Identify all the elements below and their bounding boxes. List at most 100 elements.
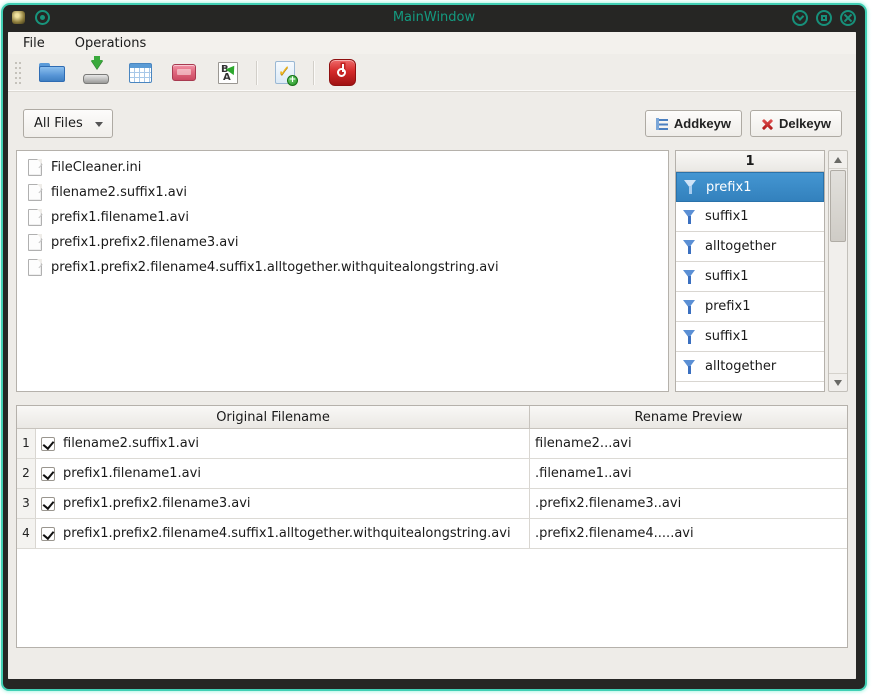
toolbar-separator [313, 60, 314, 85]
row-checkbox[interactable] [41, 496, 55, 511]
table-view-icon [128, 62, 152, 83]
main-content: All Files Addkeyw Delkeyw FileCleaner.in… [8, 92, 856, 679]
keyword-row[interactable]: alltogether [676, 232, 824, 262]
toolbar-separator [256, 60, 257, 85]
rename-preview: .prefix2.filename4.....avi [535, 526, 694, 541]
funnel-icon [684, 180, 697, 194]
toolbar-grip[interactable] [14, 61, 22, 85]
scroll-down-button[interactable] [829, 373, 847, 391]
header-original-filename[interactable]: Original Filename [17, 406, 530, 428]
window-body: File Operations BA ✓ + All Files Addkeyw… [8, 32, 856, 679]
open-folder-icon [39, 63, 65, 82]
keyword-label: suffix1 [705, 209, 749, 224]
file-list-item[interactable]: prefix1.filename1.avi [17, 205, 668, 230]
keyword-scrollbar[interactable] [828, 150, 848, 392]
open-folder-button[interactable] [36, 58, 68, 88]
table-row[interactable]: 4 prefix1.prefix2.filename4.suffix1.allt… [17, 519, 847, 549]
table-row[interactable]: 2 prefix1.filename1.avi .filename1..avi [17, 459, 847, 489]
scroll-up-button[interactable] [829, 151, 847, 169]
file-list-item[interactable]: prefix1.prefix2.filename3.avi [17, 230, 668, 255]
keyword-label: alltogether [705, 239, 777, 254]
file-label: prefix1.prefix2.filename3.avi [51, 235, 239, 250]
row-number: 1 [17, 429, 36, 458]
keyword-row[interactable]: prefix1 [676, 172, 824, 202]
table-rows: 1 filename2.suffix1.avi filename2...avi … [17, 429, 847, 549]
select-add-icon: ✓ + [275, 61, 298, 86]
table-row[interactable]: 1 filename2.suffix1.avi filename2...avi [17, 429, 847, 459]
keyword-column-header[interactable]: 1 [676, 151, 824, 172]
table-header-row: Original Filename Rename Preview [17, 406, 847, 429]
add-keyword-label: Addkeyw [673, 116, 731, 131]
funnel-icon [683, 329, 696, 344]
rename-letters-icon: BA [218, 61, 239, 84]
minimize-button[interactable] [792, 9, 808, 26]
file-label: FileCleaner.ini [51, 160, 142, 175]
row-checkbox[interactable] [41, 526, 55, 541]
save-button[interactable] [80, 55, 112, 88]
chevron-down-icon [795, 11, 805, 21]
keyword-row[interactable]: alltogether [676, 352, 824, 382]
maximize-button[interactable] [816, 9, 832, 26]
add-keyword-button[interactable]: Addkeyw [644, 110, 742, 137]
rename-button[interactable]: BA [212, 58, 244, 88]
keyword-panel[interactable]: 1 prefix1 suffix1 alltogether suffix1 pr… [675, 150, 825, 392]
rename-preview-table[interactable]: Original Filename Rename Preview 1 filen… [16, 405, 848, 648]
keyword-rows: prefix1 suffix1 alltogether suffix1 pref… [676, 172, 824, 382]
rename-preview: .filename1..avi [535, 466, 632, 481]
row-checkbox[interactable] [41, 466, 55, 481]
funnel-icon [683, 239, 696, 254]
keyword-label: suffix1 [705, 269, 749, 284]
table-row[interactable]: 3 prefix1.prefix2.filename3.avi .prefix2… [17, 489, 847, 519]
triangle-up-icon [834, 156, 842, 163]
file-label: prefix1.prefix2.filename4.suffix1.alltog… [51, 260, 499, 275]
keyword-row[interactable]: suffix1 [676, 322, 824, 352]
close-button[interactable] [840, 9, 856, 26]
file-list-item[interactable]: filename2.suffix1.avi [17, 180, 668, 205]
keyword-row[interactable]: prefix1 [676, 292, 824, 322]
file-list-panel[interactable]: FileCleaner.ini filename2.suffix1.avi pr… [16, 150, 669, 392]
keyword-row[interactable]: suffix1 [676, 202, 824, 232]
file-list-item[interactable]: FileCleaner.ini [17, 155, 668, 180]
chevron-down-icon [94, 122, 103, 127]
triangle-down-icon [834, 379, 842, 386]
keyword-row[interactable]: suffix1 [676, 262, 824, 292]
clean-button[interactable] [168, 58, 200, 88]
select-add-button[interactable]: ✓ + [269, 58, 301, 88]
original-filename: filename2.suffix1.avi [63, 436, 200, 451]
menubar: File Operations [8, 32, 856, 54]
funnel-icon [683, 209, 696, 224]
titlebar[interactable]: MainWindow [3, 5, 865, 30]
exit-power-icon [328, 59, 356, 86]
document-icon [28, 159, 42, 176]
document-icon [28, 234, 42, 251]
panels-row: FileCleaner.ini filename2.suffix1.avi pr… [16, 150, 848, 392]
toolbar: BA ✓ + [8, 54, 856, 92]
file-label: filename2.suffix1.avi [51, 185, 188, 200]
close-icon [844, 14, 852, 22]
square-icon [821, 14, 827, 21]
header-rename-preview[interactable]: Rename Preview [530, 406, 847, 428]
delete-keyword-button[interactable]: Delkeyw [749, 110, 842, 137]
scrollbar-thumb[interactable] [830, 170, 846, 242]
clean-box-icon [172, 64, 196, 81]
original-filename: prefix1.prefix2.filename4.suffix1.alltog… [63, 526, 511, 541]
document-icon [28, 184, 42, 201]
document-icon [28, 259, 42, 276]
menu-file[interactable]: File [21, 34, 47, 53]
funnel-icon [683, 299, 696, 314]
rename-preview: filename2...avi [535, 436, 632, 451]
menu-operations[interactable]: Operations [73, 34, 148, 53]
row-checkbox[interactable] [41, 436, 55, 451]
bottom-filler [16, 648, 848, 679]
rename-preview: .prefix2.filename3..avi [535, 496, 682, 511]
keyword-label: prefix1 [706, 179, 752, 195]
table-view-button[interactable] [124, 58, 156, 88]
exit-button[interactable] [326, 58, 358, 88]
file-filter-combo[interactable]: All Files [23, 109, 113, 138]
desktop-background: MainWindow File Operations BA ✓ + All Fi… [0, 0, 880, 699]
file-label: prefix1.filename1.avi [51, 210, 189, 225]
file-list-item[interactable]: prefix1.prefix2.filename4.suffix1.alltog… [17, 255, 668, 280]
file-filter-value: All Files [34, 116, 83, 131]
original-filename: prefix1.prefix2.filename3.avi [63, 496, 251, 511]
row-number: 4 [17, 519, 36, 548]
